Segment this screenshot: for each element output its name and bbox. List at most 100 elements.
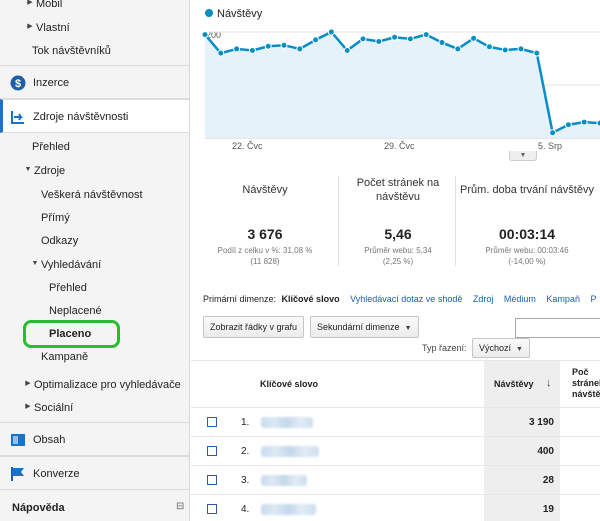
data-point[interactable] — [248, 47, 256, 55]
sidebar-item-direct[interactable]: Přímý — [41, 207, 189, 229]
dollar-icon: $ — [10, 75, 26, 91]
sidebar-section-traffic-sources[interactable]: Zdroje návštěvnosti — [0, 99, 189, 133]
sidebar-item-referrals[interactable]: Odkazy — [41, 230, 189, 252]
data-point[interactable] — [422, 31, 430, 39]
collapsed-arrow-icon: ▶ — [25, 380, 31, 388]
sidebar-section-content[interactable]: Obsah — [0, 422, 189, 456]
data-point[interactable] — [327, 28, 335, 36]
sidebar-item-search-overview[interactable]: Přehled — [49, 277, 189, 299]
data-point[interactable] — [201, 31, 209, 39]
sidebar-item-search[interactable]: ▼ Vyhledávání — [31, 254, 189, 276]
dimension-keyword[interactable]: Klíčové slovo — [282, 294, 340, 304]
sidebar-item-custom[interactable]: ▶ Vlastní — [26, 17, 189, 39]
data-point[interactable] — [564, 121, 572, 129]
sidebar-section-help[interactable]: Nápověda — [12, 497, 189, 519]
data-point[interactable] — [470, 34, 478, 42]
chevron-down-icon: ▼ — [516, 346, 523, 353]
data-point[interactable] — [359, 35, 367, 43]
plot-rows-button[interactable]: Zobrazit řádky v grafu — [203, 316, 305, 338]
collapsed-arrow-icon: ▶ — [27, 0, 33, 7]
sidebar-item-mobile[interactable]: ▶ Mobil — [26, 0, 189, 15]
sidebar-item-all-traffic[interactable]: Veškerá návštěvnost — [41, 184, 189, 206]
redacted-keyword[interactable] — [261, 446, 319, 457]
visits-line-chart[interactable] — [191, 22, 600, 152]
sidebar: ▶ Mobil ▶ Vlastní Tok návštěvníků $ Inzerc… — [0, 0, 190, 521]
column-header-keyword[interactable]: Klíčové slovo — [260, 379, 318, 389]
row-checkbox[interactable] — [207, 504, 217, 514]
search-input[interactable] — [515, 318, 600, 338]
sort-type-label: Typ řazení: — [422, 343, 467, 353]
sort-type-dropdown[interactable]: Výchozí ▼ — [472, 338, 530, 358]
table-row[interactable]: 1. 3 190 — [191, 408, 600, 437]
data-point[interactable] — [375, 37, 383, 45]
data-point[interactable] — [296, 45, 304, 53]
data-point[interactable] — [485, 43, 493, 51]
sidebar-section-conversions[interactable]: Konverze — [0, 456, 189, 490]
table-row[interactable]: 2. 400 — [191, 437, 600, 466]
sidebar-item-sources[interactable]: ▼ Zdroje — [24, 160, 189, 182]
dimension-link-campaign[interactable]: Kampaň — [546, 294, 580, 304]
data-point[interactable] — [406, 35, 414, 43]
chart-legend: Návštěvy — [205, 8, 262, 20]
data-point[interactable] — [233, 45, 241, 53]
data-point[interactable] — [454, 45, 462, 53]
redacted-keyword[interactable] — [261, 475, 307, 486]
redacted-keyword[interactable] — [261, 504, 316, 515]
dimension-link-medium[interactable]: Médium — [504, 294, 536, 304]
dimension-link-more[interactable]: P — [590, 294, 596, 304]
data-point[interactable] — [343, 47, 351, 55]
sidebar-item-campaigns[interactable]: Kampaně — [41, 346, 189, 368]
table-row[interactable]: 4. 19 — [191, 495, 600, 521]
row-checkbox[interactable] — [207, 475, 217, 485]
sidebar-item-visitor-flow[interactable]: Tok návštěvníků — [32, 40, 189, 62]
collapsed-arrow-icon: ▶ — [27, 23, 33, 31]
expanded-arrow-icon: ▼ — [24, 166, 32, 174]
sort-desc-icon[interactable]: ↓ — [546, 377, 552, 389]
data-point[interactable] — [312, 36, 320, 44]
data-point[interactable] — [501, 46, 509, 54]
data-point[interactable] — [580, 118, 588, 126]
svg-text:$: $ — [15, 78, 21, 90]
data-point[interactable] — [549, 129, 557, 137]
data-point[interactable] — [391, 33, 399, 41]
x-tick-label: 22. Čvc — [232, 141, 263, 151]
column-header-visits[interactable]: Návštěvy — [494, 379, 534, 389]
flag-icon — [11, 467, 24, 481]
secondary-dimension-dropdown[interactable]: Sekundární dimenze ▼ — [310, 316, 419, 338]
expanded-arrow-icon: ▼ — [31, 260, 39, 268]
x-tick-label: 29. Čvc — [384, 141, 415, 151]
metric-pages-per-visit[interactable]: Počet stránek na návštěvu 5,46 Průměr we… — [343, 176, 453, 276]
dimension-link-source[interactable]: Zdroj — [473, 294, 494, 304]
data-point[interactable] — [438, 39, 446, 47]
column-header-pages[interactable]: Poč stránek návštěv — [572, 367, 600, 400]
collapse-icon[interactable]: ⊟ — [176, 501, 184, 512]
sidebar-item-organic[interactable]: Neplacené — [49, 300, 189, 322]
metrics-summary: Návštěvy 3 676 Podíl z celku v %: 31,08 … — [191, 170, 600, 280]
data-point[interactable] — [533, 49, 541, 57]
sidebar-item-paid[interactable]: Placeno — [49, 323, 189, 345]
dimension-link-matched-query[interactable]: Vyhledávací dotaz ve shodě — [350, 294, 462, 304]
sidebar-item-overview[interactable]: Přehled — [32, 136, 189, 158]
sidebar-item-seo[interactable]: ▶ Optimalizace pro vyhledávače — [24, 374, 189, 396]
content-icon — [11, 434, 25, 446]
redacted-keyword[interactable] — [261, 417, 313, 428]
data-point[interactable] — [264, 42, 272, 50]
data-point[interactable] — [217, 49, 225, 57]
row-checkbox[interactable] — [207, 417, 217, 427]
data-point[interactable] — [280, 41, 288, 49]
data-point[interactable] — [517, 45, 525, 53]
row-checkbox[interactable] — [207, 446, 217, 456]
table-row[interactable]: 3. 28 — [191, 466, 600, 495]
metric-avg-duration[interactable]: Prům. doba trvání návštěvy 00:03:14 Prům… — [457, 176, 597, 276]
divider — [455, 176, 456, 266]
sidebar-section-ads[interactable]: $ Inzerce — [0, 65, 189, 99]
metric-visits[interactable]: Návštěvy 3 676 Podíl z celku v %: 31,08 … — [195, 176, 335, 276]
main-content: Návštěvy 200 100 22. Čvc 29. Čvc 5. Srp … — [191, 0, 600, 521]
x-tick-label: 5. Srp — [538, 141, 563, 151]
collapsed-arrow-icon: ▶ — [25, 403, 31, 411]
chart-resize-handle[interactable]: ▼ — [509, 151, 537, 161]
sidebar-item-social[interactable]: ▶ Sociální — [24, 397, 189, 419]
series-dot-icon — [205, 9, 213, 18]
traffic-arrow-icon — [11, 111, 24, 124]
divider — [338, 176, 339, 266]
